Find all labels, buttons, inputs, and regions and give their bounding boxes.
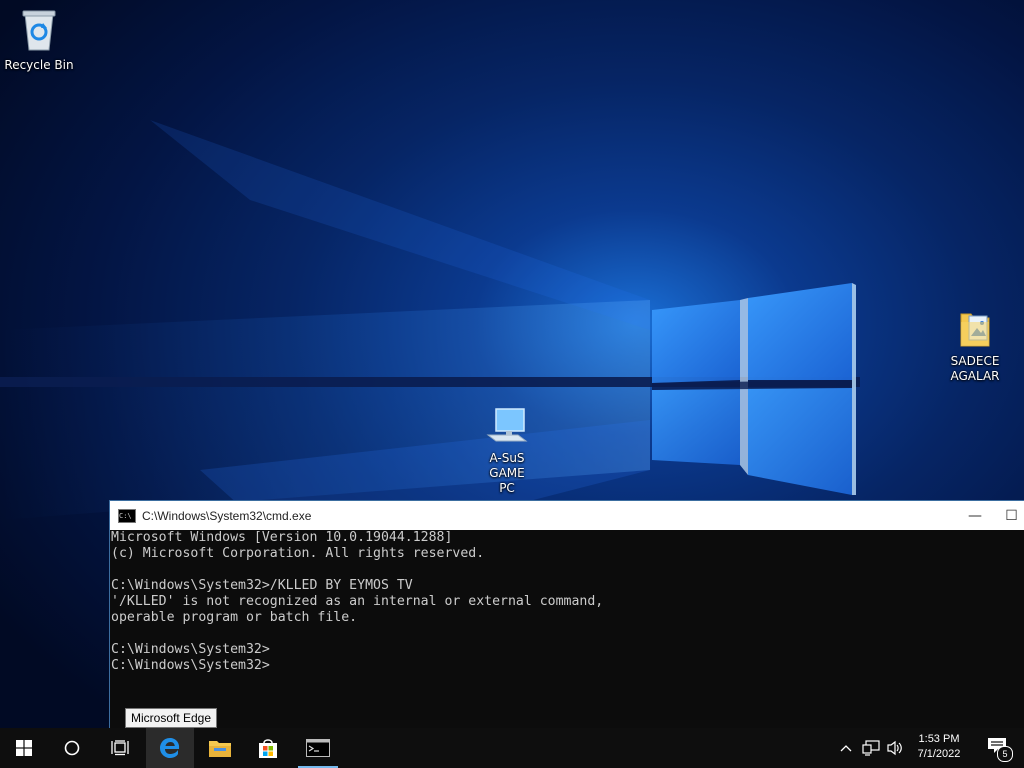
file-explorer-taskbar-button[interactable]	[196, 728, 244, 768]
clock-time: 1:53 PM	[918, 733, 960, 745]
desktop-icon-label: Recycle Bin	[4, 58, 74, 72]
cmd-taskbar-button[interactable]	[294, 728, 342, 768]
window-title: C:\Windows\System32\cmd.exe	[142, 508, 312, 523]
computer-icon	[486, 408, 528, 442]
desktop-icon-label: A-SuS GAME PC	[489, 451, 525, 495]
tooltip: Microsoft Edge	[125, 708, 218, 728]
clock-date: 7/1/2022	[917, 748, 961, 760]
console-line: (c) Microsoft Corporation. All rights re…	[111, 546, 485, 561]
task-view-button[interactable]	[96, 728, 144, 768]
volume-button[interactable]	[884, 728, 906, 768]
edge-taskbar-button[interactable]	[146, 728, 194, 768]
network-icon	[862, 740, 880, 756]
console-line: C:\Windows\System32>	[111, 658, 270, 673]
cmd-title-bar[interactable]: C:\ C:\Windows\System32\cmd.exe — ☐	[110, 501, 1024, 530]
console-line: C:\Windows\System32>	[111, 642, 270, 657]
search-circle-icon	[64, 740, 80, 756]
folder-icon	[960, 313, 990, 347]
taskbar: 1:53 PM 7/1/2022 5	[0, 728, 1024, 768]
desktop-icon-label: SADECE AGALAR	[950, 354, 1000, 383]
console-output[interactable]: Microsoft Windows [Version 10.0.19044.12…	[110, 530, 1024, 674]
store-taskbar-button[interactable]	[244, 728, 292, 768]
network-button[interactable]	[860, 728, 882, 768]
cmd-window[interactable]: C:\ C:\Windows\System32\cmd.exe — ☐ Micr…	[109, 500, 1024, 729]
show-hidden-icons-button[interactable]	[836, 728, 856, 768]
action-center-button[interactable]: 5	[978, 728, 1018, 768]
store-icon	[259, 739, 277, 758]
notification-count-badge: 5	[997, 746, 1013, 762]
recycle-bin-icon	[22, 10, 56, 51]
desktop-icon-folder[interactable]: SADECE AGALAR	[940, 308, 1010, 384]
console-line: operable program or batch file.	[111, 610, 358, 625]
folder-icon	[209, 741, 231, 757]
cortana-button[interactable]	[48, 728, 96, 768]
speaker-icon	[887, 740, 902, 756]
task-view-icon	[111, 740, 129, 756]
start-button[interactable]	[0, 728, 48, 768]
edge-icon	[160, 738, 180, 758]
chevron-up-icon	[840, 745, 852, 752]
desktop-icon-computer[interactable]: A-SuS GAME PC	[470, 405, 544, 496]
console-line: '/KLLED' is not recognized as an interna…	[111, 594, 604, 609]
clock[interactable]: 1:53 PM 7/1/2022	[904, 728, 974, 768]
maximize-button[interactable]: ☐	[998, 501, 1024, 530]
minimize-button[interactable]: —	[952, 501, 998, 530]
minimize-icon: —	[968, 507, 982, 524]
console-line: C:\Windows\System32>/KLLED BY EYMOS TV	[111, 578, 413, 593]
windows-logo-icon	[16, 740, 32, 756]
console-line: Microsoft Windows [Version 10.0.19044.12…	[111, 530, 453, 545]
cmd-icon	[306, 739, 330, 757]
cmd-icon: C:\	[118, 508, 136, 523]
desktop-icon-recycle-bin[interactable]: Recycle Bin	[4, 8, 74, 73]
maximize-icon: ☐	[1005, 507, 1018, 524]
